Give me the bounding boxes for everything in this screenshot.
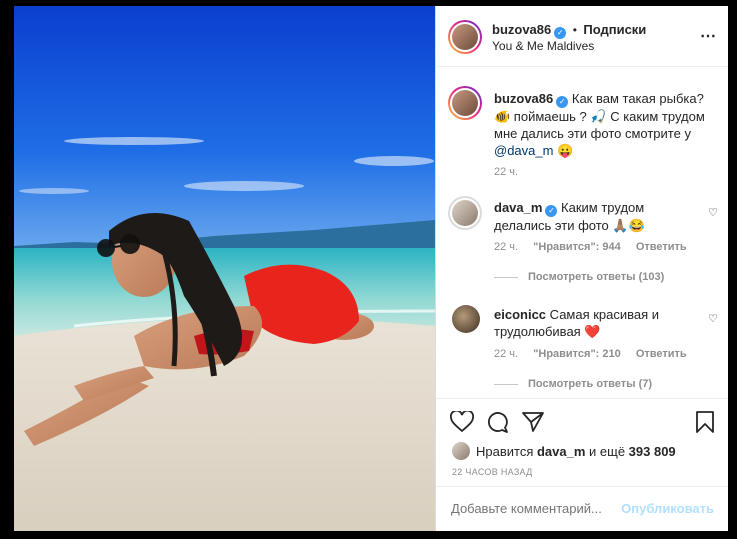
caption-text-1: Как вам такая рыбка? [571, 91, 704, 106]
fishing-pole-emoji: 🎣 [590, 109, 607, 124]
publish-button[interactable]: Опубликовать [621, 501, 714, 516]
comment-bubble-icon[interactable] [486, 411, 508, 433]
post-timestamp[interactable]: 22 ЧАСОВ НАЗАД [452, 467, 533, 477]
likes-prefix: Нравится [476, 444, 537, 459]
follow-button[interactable]: Подписки [583, 22, 646, 37]
like-heart-icon[interactable] [450, 411, 474, 433]
fish-emoji: 🐠 [494, 109, 511, 124]
replies-line [494, 276, 518, 278]
post-photo[interactable] [14, 6, 435, 531]
verified-icon: ✓ [556, 96, 569, 108]
verified-icon: ✓ [554, 27, 567, 39]
tongue-emoji: 😛 [557, 143, 574, 158]
comment-emoji: ❤️ [584, 324, 601, 339]
likes-count[interactable]: 393 809 [629, 444, 676, 459]
share-send-icon[interactable] [522, 411, 544, 433]
comment-input[interactable] [451, 501, 631, 516]
beach-photo [14, 6, 435, 531]
avatar [452, 200, 478, 226]
caption-time[interactable]: 22 ч. [494, 166, 518, 178]
view-replies-button[interactable]: Посмотреть ответы (7) [528, 378, 652, 390]
action-bar: Нравится dava_m и ещё 393 809 22 ЧАСОВ Н… [436, 398, 728, 479]
avatar[interactable] [452, 305, 480, 333]
caption-text-2: поймаешь ? [510, 109, 587, 124]
comment-emoji: 🙏🏽😂 [612, 218, 645, 233]
post-side-panel: buzova86 ✓ • Подписки You & Me Maldives ⋯… [435, 6, 728, 531]
avatar [452, 24, 478, 50]
caption-author[interactable]: buzova86 [494, 91, 553, 106]
avatar [452, 90, 478, 116]
post-location[interactable]: You & Me Maldives [492, 39, 594, 53]
mention-link[interactable]: @dava_m [494, 143, 553, 158]
likes-user[interactable]: dava_m [537, 444, 585, 459]
replies-line [494, 383, 518, 385]
reply-button[interactable]: Ответить [636, 241, 687, 253]
reply-button[interactable]: Ответить [636, 348, 687, 360]
likes-suffix: и ещё [585, 444, 629, 459]
story-ring[interactable] [448, 20, 482, 54]
view-replies-button[interactable]: Посмотреть ответы (103) [528, 271, 664, 283]
comment-avatar-ring[interactable] [448, 196, 482, 230]
liker-avatar[interactable] [452, 442, 470, 460]
comment-time[interactable]: 22 ч. [494, 241, 518, 253]
comment-author[interactable]: eiconicc [494, 307, 546, 322]
comment-form: Опубликовать [436, 486, 728, 532]
verified-icon: ✓ [545, 205, 558, 217]
comment-likes[interactable]: "Нравится": 210 [533, 348, 621, 360]
separator-dot: • [572, 23, 577, 37]
likes-summary[interactable]: Нравится dava_m и ещё 393 809 [476, 444, 676, 459]
post-header: buzova86 ✓ • Подписки You & Me Maldives ⋯ [436, 6, 728, 67]
bookmark-icon[interactable] [696, 411, 714, 433]
comment-like-heart-icon[interactable]: ♡ [708, 312, 718, 325]
caption-avatar-ring[interactable] [448, 86, 482, 120]
author-username[interactable]: buzova86 [492, 22, 551, 37]
more-options-icon[interactable]: ⋯ [700, 26, 716, 46]
comment-author[interactable]: dava_m [494, 200, 542, 215]
post-frame: buzova86 ✓ • Подписки You & Me Maldives ⋯… [14, 6, 728, 531]
comment-like-heart-icon[interactable]: ♡ [708, 206, 718, 219]
comment-time[interactable]: 22 ч. [494, 348, 518, 360]
comment-likes[interactable]: "Нравится": 944 [533, 241, 621, 253]
